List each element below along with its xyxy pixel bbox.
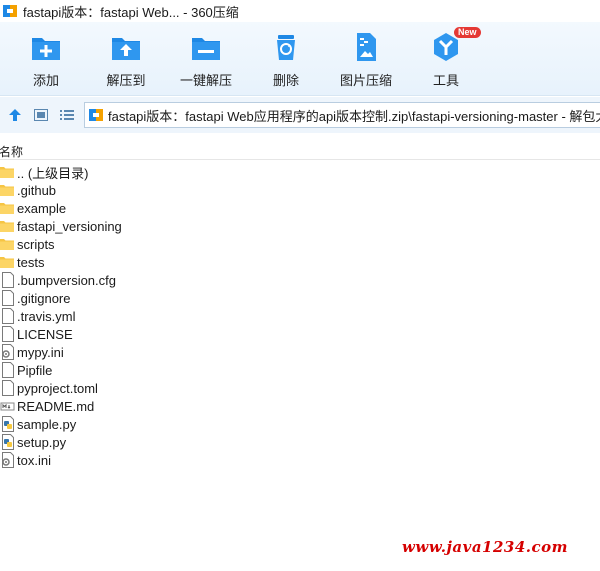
list-item[interactable]: .bumpversion.cfg [0,271,600,289]
path-text: fastapi版本：fastapi Web应用程序的api版本控制.zip\fa… [108,108,600,124]
path-field[interactable]: fastapi版本：fastapi Web应用程序的api版本控制.zip\fa… [84,102,600,128]
name-column-header[interactable]: 名称 [0,143,23,160]
list-item[interactable]: README.md [0,397,600,415]
list-item[interactable]: scripts [0,235,600,253]
extract-to-label: 解压到 [106,73,146,88]
up-arrow-button[interactable] [2,102,28,128]
one-click-extract-icon [192,38,220,60]
list-item[interactable]: .github [0,181,600,199]
delete-button[interactable]: 删除 [246,30,326,89]
one-click-extract-label: 一键解压 [179,73,232,88]
list-item[interactable]: mypy.ini [0,343,600,361]
add-folder-icon [32,38,60,60]
delete-label: 删除 [272,73,299,88]
toolbar: 添加 解压到 一键解压 删除 图片压缩 New 工具 [0,22,600,96]
folder-icon [0,236,16,252]
add-button[interactable]: 添加 [6,30,86,89]
list-item[interactable]: .gitignore [0,289,600,307]
image-compress-button[interactable]: 图片压缩 [326,30,406,89]
address-bar: fastapi版本：fastapi Web应用程序的api版本控制.zip\fa… [0,97,600,133]
list-item[interactable]: .travis.yml [0,307,600,325]
list-view-button[interactable] [54,102,80,128]
up-arrow-icon [9,109,21,121]
new-badge: New [454,27,481,38]
python-file-icon [0,434,16,450]
thumbnail-view-button[interactable] [28,102,54,128]
list-item[interactable]: LICENSE [0,325,600,343]
list-item[interactable]: tests [0,253,600,271]
folder-icon [0,218,16,234]
one-click-extract-button[interactable]: 一键解压 [166,30,246,89]
file-list: .. (上级目录) .github example fastapi_versio… [0,163,600,469]
thumbnail-view-icon [34,109,48,121]
file-icon [0,362,16,378]
settings-file-icon [0,344,16,360]
list-item[interactable]: sample.py [0,415,600,433]
extract-to-button[interactable]: 解压到 [86,30,166,89]
list-view-icon [60,110,74,120]
file-icon [0,308,16,324]
archive-icon [88,107,104,123]
column-header: 名称 [0,141,600,160]
folder-icon [0,182,16,198]
tools-button[interactable]: New 工具 [406,27,486,89]
list-item[interactable]: Pipfile [0,361,600,379]
list-item[interactable]: setup.py [0,433,600,451]
list-item[interactable]: .. (上级目录) [0,163,600,181]
list-item[interactable]: fastapi_versioning [0,217,600,235]
window-title: fastapi版本：fastapi Web... - 360压缩 [23,4,239,20]
markdown-file-icon [0,398,16,414]
add-label: 添加 [32,73,59,88]
list-item[interactable]: example [0,199,600,217]
app-logo-icon [2,3,18,19]
file-icon [0,326,16,342]
folder-icon [0,164,16,180]
file-icon [0,380,16,396]
image-compress-icon [357,33,376,61]
list-item[interactable]: pyproject.toml [0,379,600,397]
folder-icon [0,254,16,270]
folder-icon [0,200,16,216]
file-icon [0,290,16,306]
file-icon [0,272,16,288]
settings-file-icon [0,452,16,468]
watermark-text: www.java1234.com [402,538,569,556]
title-bar: fastapi版本：fastapi Web... - 360压缩 [0,0,600,22]
image-compress-label: 图片压缩 [339,73,392,88]
tools-label: 工具 [432,73,459,88]
extract-folder-icon [112,38,140,60]
python-file-icon [0,416,16,432]
recycle-bin-icon [277,35,295,60]
list-item[interactable]: tox.ini [0,451,600,469]
